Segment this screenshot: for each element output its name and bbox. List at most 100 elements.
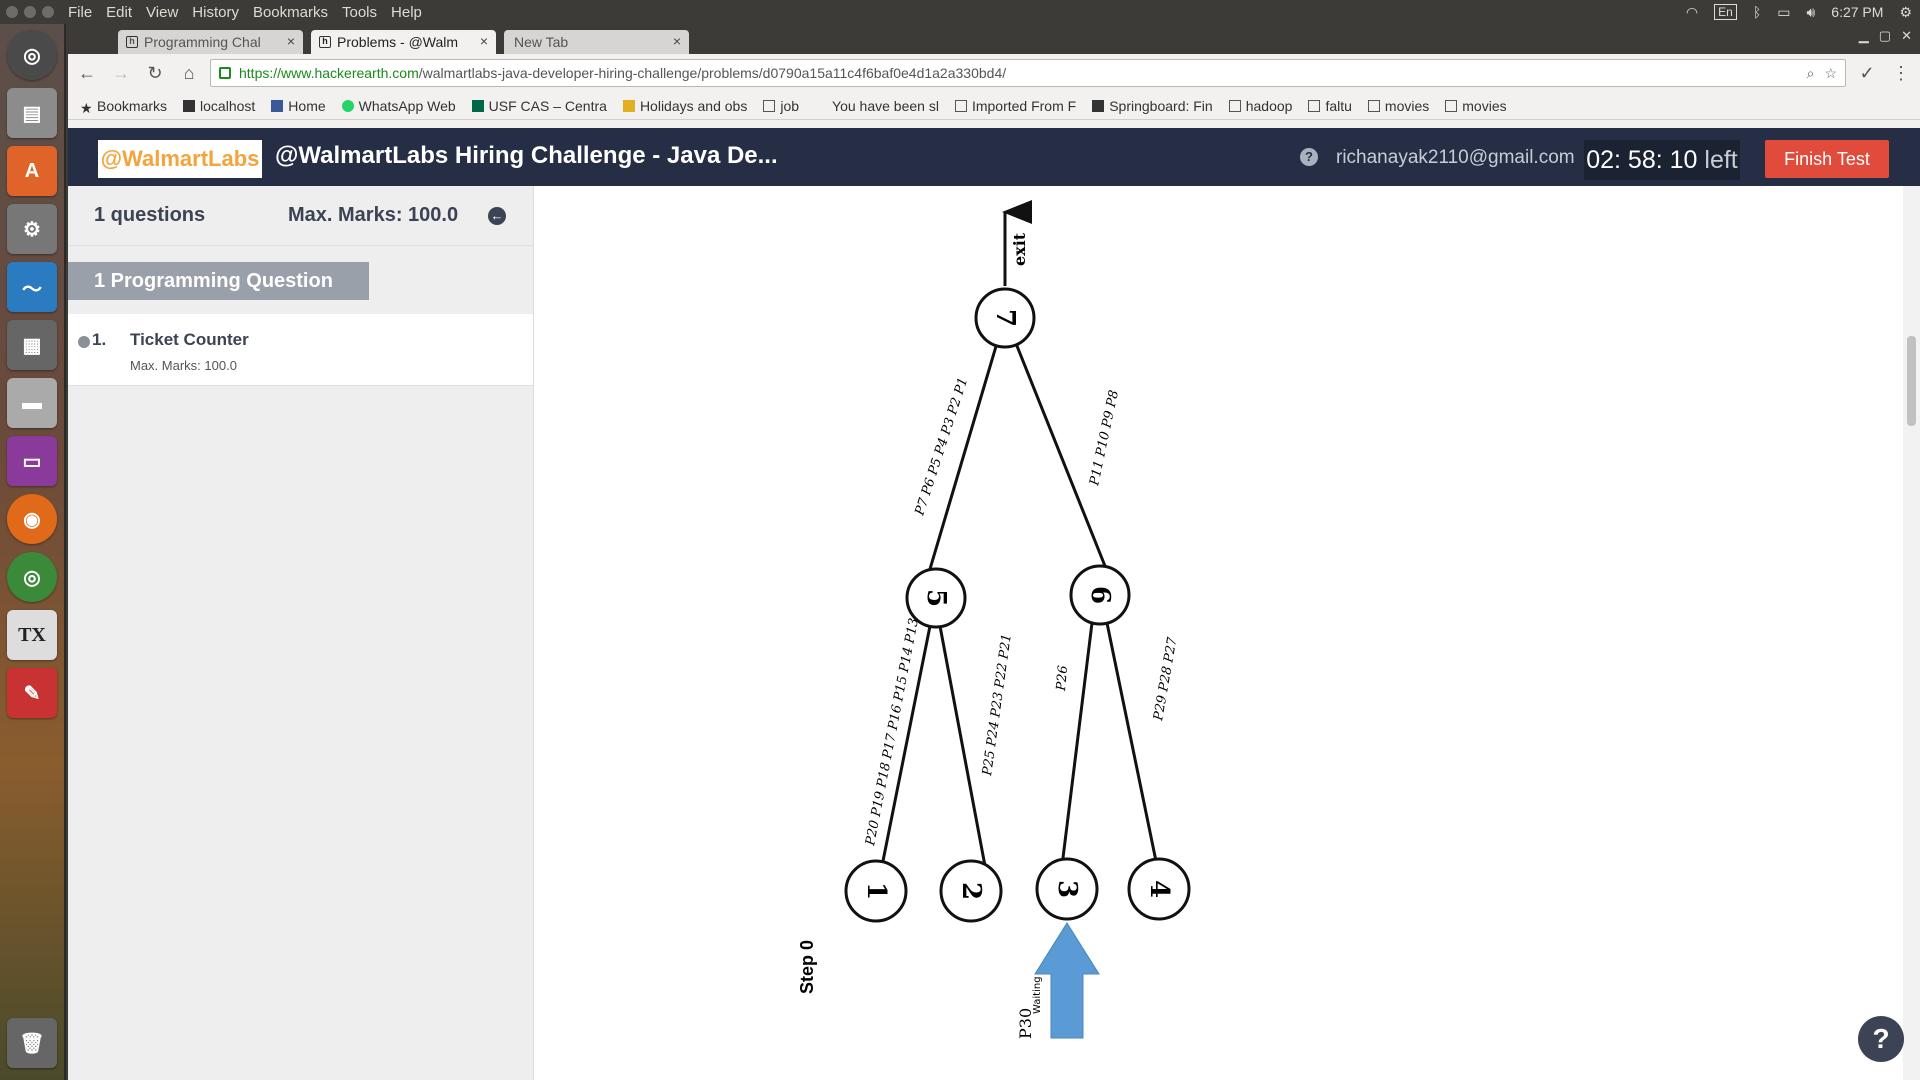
maximize-dot-icon[interactable] [42,6,54,18]
edge-5-2 [938,625,987,867]
finish-test-button[interactable]: Finish Test [1765,140,1889,178]
bookmark-star[interactable]: ★ Bookmarks [80,98,167,116]
unity-launcher: ◎ ▤ A ⚙ 〜 ▦ ▬ ▭ ◉ ◎ TX ✎ 🗑︎ [0,24,66,1080]
clock[interactable]: 6:27 PM [1831,4,1883,20]
forward-icon[interactable]: → [108,60,134,86]
timer-suffix: left [1704,146,1738,174]
workspaces-icon[interactable]: ▦ [7,320,57,370]
keyboard-layout[interactable]: En [1714,4,1737,20]
menu-icon[interactable]: ⋮ [1888,60,1914,86]
bookmark-job[interactable]: job [763,98,799,114]
bluetooth-icon[interactable]: ᛒ [1753,4,1761,20]
volume-icon[interactable]: 🔊︎ [1806,4,1815,21]
wifi-icon[interactable]: ◠ [1686,4,1698,21]
whatsapp-icon [341,99,354,112]
close-icon[interactable]: × [480,33,488,49]
lock-icon [219,67,231,79]
max-marks: Max. Marks: 100.0 [288,204,459,226]
restore-icon[interactable]: ▢ [1879,28,1891,44]
bookmark-movies-2[interactable]: movies [1445,98,1507,114]
app-icon[interactable]: ▭ [7,436,57,486]
bookmark-faltu[interactable]: faltu [1308,98,1352,114]
document-viewer-icon[interactable]: ✎ [7,668,57,718]
question-item[interactable]: 1. Ticket Counter Max. Marks: 100.0 [68,314,533,386]
zoom-icon[interactable]: ⌕ [1807,65,1815,82]
close-icon[interactable]: × [287,33,295,49]
edge-6-4 [1105,622,1159,867]
tab-title: Problems - @Walm [337,34,459,50]
bookmark-you-have-been[interactable]: You have been sl [815,98,939,114]
minimize-icon[interactable]: ▁ [1859,28,1869,44]
chrome-icon[interactable]: ◎ [7,552,57,602]
node-1-label: 1 [861,882,891,900]
user-email[interactable]: richanayak2110@gmail.com [1336,147,1575,169]
bookmark-holidays[interactable]: Holidays and obs [622,98,747,114]
bookmark-springboard[interactable]: Springboard: Fin [1092,98,1213,114]
node-7: 7 [974,287,1036,349]
system-monitor-icon[interactable]: 〜 [7,262,57,312]
home-icon[interactable]: ⌂ [176,60,202,86]
node-1: 1 [844,859,908,923]
bookmark-favicon [622,99,635,112]
app-menu: File Edit View History Bookmarks Tools H… [68,4,422,21]
menu-file[interactable]: File [68,4,92,21]
hackerearth-icon: h [319,36,331,48]
question-number: 1. [92,330,107,349]
tab-programming-challenges[interactable]: h Programming Chal × [118,30,303,54]
scrollbar-thumb[interactable] [1907,336,1916,426]
minimize-dot-icon[interactable] [24,6,36,18]
bookmark-movies[interactable]: movies [1367,98,1429,114]
folder-icon [763,99,776,112]
tab-problems[interactable]: h Problems - @Walm × [311,30,496,54]
gear-icon[interactable]: ⚙ [1899,4,1912,21]
back-icon[interactable]: ← [74,60,100,86]
close-icon[interactable]: × [673,33,681,49]
tex-icon[interactable]: TX [7,610,57,660]
settings-icon[interactable]: ⚙ [7,204,57,254]
disk-icon[interactable]: ▬ [7,378,57,428]
bookmark-imported[interactable]: Imported From F [954,98,1076,114]
menu-help[interactable]: Help [391,4,422,21]
waiting-label: Waiting [1032,976,1043,1014]
bookmark-localhost[interactable]: localhost [183,98,255,114]
files-icon[interactable]: ▤ [7,88,57,138]
reload-icon[interactable]: ↻ [142,60,168,86]
menu-view[interactable]: View [146,4,178,21]
help-icon[interactable]: ? [1300,148,1318,166]
tab-strip: h Programming Chal × h Problems - @Walm … [68,24,1920,54]
problem-content: exit P7 P6 P5 P4 P3 P2 P1 P11 P10 P9 P8 … [535,186,1903,1080]
menu-edit[interactable]: Edit [106,4,132,21]
menu-history[interactable]: History [192,4,239,21]
trash-icon[interactable]: 🗑︎ [7,1018,57,1068]
window-controls: ▁ ▢ ✕ [1859,28,1912,44]
walmartlabs-logo[interactable]: @WalmartLabs [98,140,262,178]
firefox-icon[interactable]: ◉ [7,494,57,544]
dash-icon[interactable]: ◎ [7,30,57,80]
url-host: https://www.hackerearth.com [239,65,419,81]
bookmark-home[interactable]: Home [271,98,326,114]
software-center-icon[interactable]: A [7,146,57,196]
battery-icon[interactable]: ▭ [1777,4,1790,21]
close-window-icon[interactable]: ✕ [1901,28,1912,44]
countdown-timer: 02: 58: 10 left [1584,140,1740,180]
question-title[interactable]: Ticket Counter [130,330,249,350]
extension-icon[interactable]: ✓ [1854,60,1880,86]
menu-bookmarks[interactable]: Bookmarks [253,4,328,21]
star-icon[interactable]: ☆ [1824,65,1837,82]
address-bar[interactable]: https://www.hackerearth.com /walmartlabs… [210,59,1846,87]
menu-tools[interactable]: Tools [342,4,377,21]
tab-title: Programming Chal [144,34,261,50]
page-scrollbar[interactable] [1903,186,1920,1080]
sidebar-header: 1 questions Max. Marks: 100.0 ← [68,186,533,246]
arrow-left-icon[interactable]: ← [488,206,506,225]
edge-label-5-2: P25 P24 P23 P22 P21 [980,633,1015,778]
bookmark-hadoop[interactable]: hadoop [1228,98,1292,114]
close-dot-icon[interactable] [6,6,18,18]
bookmark-usf[interactable]: USF CAS – Centra [471,98,607,114]
indicators: ◠ En ᛒ ▭ 🔊︎ 6:27 PM ⚙ [1686,0,1912,24]
tab-new-tab[interactable]: New Tab × [504,30,689,54]
help-chat-button[interactable]: ? [1858,1016,1904,1062]
bookmark-whatsapp[interactable]: WhatsApp Web [341,98,456,114]
window-buttons[interactable] [6,6,54,18]
node-5: 5 [905,567,967,629]
